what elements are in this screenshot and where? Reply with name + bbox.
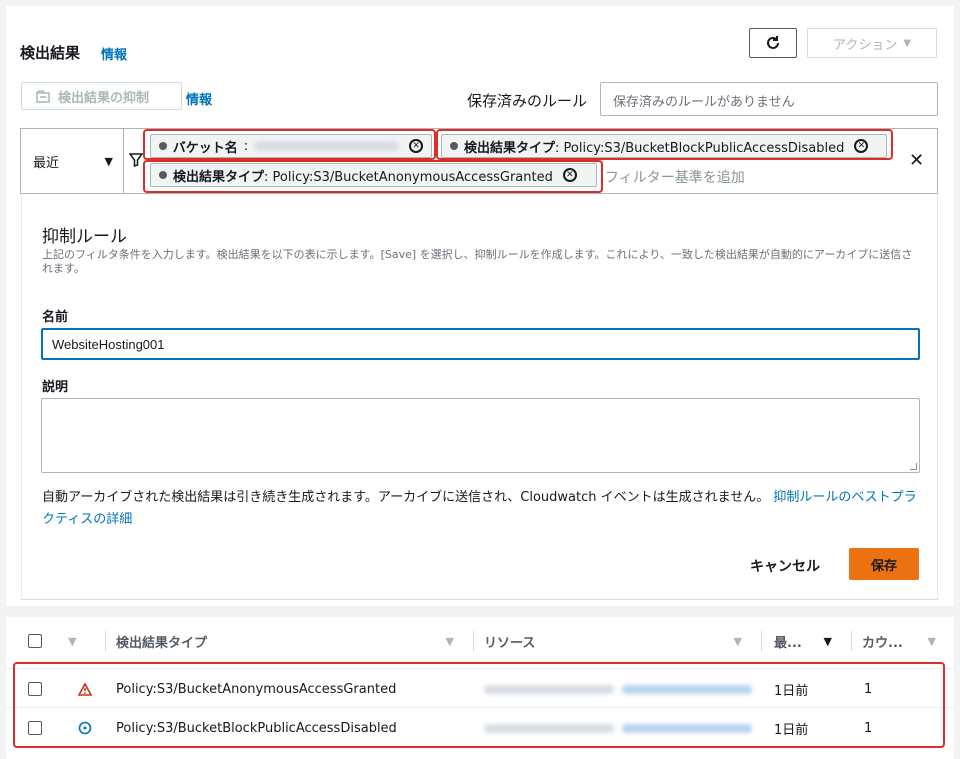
name-label: 名前: [42, 310, 69, 325]
column-header-finding-type[interactable]: 検出結果タイプ ▼: [116, 617, 474, 665]
caret-down-icon[interactable]: ▼: [68, 635, 76, 648]
filter-token-key: 検出結果タイプ: [464, 140, 556, 156]
finding-type-cell[interactable]: Policy:S3/BucketAnonymousAccessGranted: [116, 669, 396, 709]
column-header-last-seen[interactable]: 最... ▼: [774, 617, 852, 665]
filter-token-bucket-name[interactable]: バケット名: ✕: [150, 134, 432, 158]
filter-icon: [128, 153, 144, 171]
suppression-rule-form: 抑制ルール 上記のフィルタ条件を入力します。検出結果を以下の表に示します。[Sa…: [21, 194, 938, 600]
remove-token-icon[interactable]: ✕: [562, 168, 577, 182]
add-filter-input[interactable]: フィルター基準を追加: [605, 167, 745, 187]
last-seen-cell: 1日前: [774, 722, 809, 738]
column-header-resource[interactable]: リソース ▼: [484, 617, 762, 665]
table-row[interactable]: Policy:S3/BucketAnonymousAccessGranted 1…: [6, 668, 954, 708]
sort-icon: ▼: [927, 634, 936, 648]
column-header-label: 最...: [774, 635, 802, 651]
remove-token-icon[interactable]: ✕: [409, 139, 423, 153]
last-seen-cell: 1日前: [774, 683, 809, 699]
info-circle-icon: [78, 708, 92, 748]
form-title: 抑制ルール: [42, 227, 127, 247]
redacted-value: [254, 141, 400, 151]
filter-token-finding-type-1[interactable]: 検出結果タイプ: Policy:S3/BucketBlockPublicAcce…: [441, 134, 887, 158]
column-header-label: リソース: [484, 635, 536, 651]
bullet-icon: [450, 142, 458, 150]
column-header-label: カウ...: [862, 635, 903, 651]
count-cell: 1: [864, 720, 873, 736]
form-description: 上記のフィルタ条件を入力します。検出結果を以下の表に示します。[Save] を選…: [42, 248, 913, 275]
archive-note-text: 自動アーカイブされた検出結果は引き続き生成されます。アーカイブに送信され、Clo…: [42, 490, 770, 505]
caret-down-icon: ▼: [104, 154, 113, 168]
save-button[interactable]: 保存: [849, 548, 919, 580]
suppress-label: 検出結果の抑制: [58, 90, 150, 106]
filter-token-key: バケット名: [172, 140, 238, 156]
bullet-icon: [159, 171, 167, 179]
recent-select[interactable]: 最近 ▼: [21, 129, 124, 193]
table-row[interactable]: Policy:S3/BucketBlockPublicAccessDisable…: [6, 707, 954, 747]
filter-token-value: : Policy:S3/BucketBlockPublicAccessDisab…: [555, 140, 845, 156]
sort-icon: ▼: [445, 634, 454, 648]
suppress-icon: [36, 89, 50, 103]
saved-rules-label: 保存済みのルール: [467, 92, 588, 110]
filter-token-value: : Policy:S3/BucketAnonymousAccessGranted: [264, 169, 553, 185]
filter-token-key: 検出結果タイプ: [173, 169, 265, 185]
warning-triangle-icon: [78, 669, 92, 709]
resource-cell[interactable]: [484, 708, 752, 748]
description-textarea[interactable]: [41, 398, 920, 473]
sort-desc-icon: ▼: [823, 634, 832, 648]
suppress-findings-button[interactable]: 検出結果の抑制: [21, 82, 182, 110]
column-header-count[interactable]: カウ... ▼: [862, 617, 942, 665]
remove-token-icon[interactable]: ✕: [854, 139, 869, 153]
actions-button[interactable]: アクション ▼: [807, 28, 937, 58]
archive-note: 自動アーカイブされた検出結果は引き続き生成されます。アーカイブに送信され、Clo…: [42, 487, 922, 531]
resize-handle-icon[interactable]: [910, 463, 917, 470]
name-input[interactable]: [41, 328, 920, 360]
count-cell: 1: [864, 681, 873, 697]
suppress-info-link[interactable]: 情報: [186, 89, 212, 108]
sort-icon: ▼: [733, 634, 742, 648]
filter-token-finding-type-2[interactable]: 検出結果タイプ: Policy:S3/BucketAnonymousAccess…: [150, 163, 597, 187]
description-label: 説明: [42, 380, 69, 395]
recent-label: 最近: [33, 155, 60, 171]
refresh-icon: [767, 36, 779, 49]
column-header-label: 検出結果タイプ: [116, 635, 208, 651]
refresh-button[interactable]: [749, 28, 797, 58]
cancel-button[interactable]: キャンセル: [750, 556, 820, 576]
select-all-checkbox[interactable]: [28, 634, 42, 648]
bullet-icon: [159, 142, 167, 150]
info-link[interactable]: 情報: [101, 44, 127, 63]
actions-label: アクション: [832, 37, 898, 53]
row-checkbox[interactable]: [28, 721, 42, 735]
saved-rules-select[interactable]: 保存済みのルールがありません: [600, 82, 938, 116]
select-all-header: ▼: [28, 617, 106, 665]
page-title: 検出結果: [20, 44, 81, 62]
findings-table: ▼ 検出結果タイプ ▼ リソース ▼ 最... ▼ カウ... ▼ Policy…: [6, 617, 954, 759]
resource-cell[interactable]: [484, 669, 752, 709]
finding-type-cell[interactable]: Policy:S3/BucketBlockPublicAccessDisable…: [116, 708, 397, 748]
row-checkbox[interactable]: [28, 682, 42, 696]
caret-down-icon: ▼: [903, 37, 912, 49]
clear-filters-icon[interactable]: ✕: [909, 150, 924, 171]
